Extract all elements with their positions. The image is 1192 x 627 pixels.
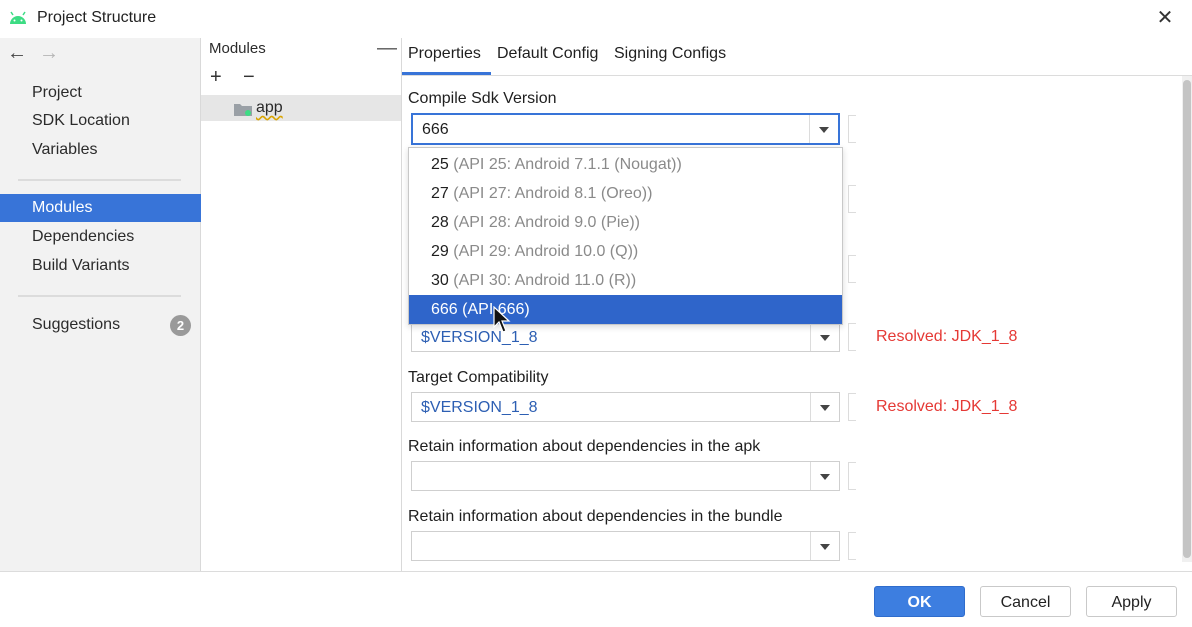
field-extra-button[interactable] (848, 255, 856, 283)
field-extra-button[interactable] (848, 393, 856, 421)
dropdown-option[interactable]: 28 (API 28: Android 9.0 (Pie)) (409, 208, 842, 237)
sidebar-item-sdk-location[interactable]: SDK Location (0, 107, 201, 135)
sidebar-item-build-variants[interactable]: Build Variants (0, 252, 201, 280)
target-compat-resolved: Resolved: JDK_1_8 (876, 398, 1018, 415)
source-compat-resolved: Resolved: JDK_1_8 (876, 328, 1018, 345)
sidebar-divider (18, 179, 181, 181)
compile-sdk-combobox[interactable]: 666 (411, 113, 840, 145)
option-number: 27 (431, 185, 454, 202)
dropdown-option[interactable]: 27 (API 27: Android 8.1 (Oreo)) (409, 179, 842, 208)
window-title: Project Structure (37, 9, 157, 26)
collapse-icon[interactable]: — (377, 37, 397, 60)
option-description: (API 30: Android 11.0 (R)) (453, 272, 637, 289)
source-compat-value[interactable]: $VERSION_1_8 (421, 329, 538, 347)
option-number: 28 (431, 214, 454, 231)
sidebar-divider (18, 295, 181, 297)
dropdown-option[interactable]: 25 (API 25: Android 7.1.1 (Nougat)) (409, 150, 842, 179)
module-list-item[interactable] (201, 95, 401, 121)
sidebar-item-project[interactable]: Project (0, 79, 201, 107)
tab-divider (402, 75, 1192, 76)
chevron-down-icon[interactable] (810, 393, 839, 421)
field-extra-button[interactable] (848, 115, 856, 143)
ok-button[interactable]: OK (874, 586, 965, 617)
chevron-down-icon[interactable] (810, 462, 839, 490)
scrollbar-thumb[interactable] (1183, 80, 1191, 558)
remove-module-icon[interactable]: − (243, 66, 255, 89)
deps-apk-label: Retain information about dependencies in… (408, 438, 761, 455)
forward-arrow-icon[interactable]: → (39, 42, 59, 64)
compile-sdk-label: Compile Sdk Version (408, 90, 557, 107)
option-number: 29 (431, 243, 454, 260)
mouse-pointer-icon (493, 306, 511, 333)
dropdown-option-selected[interactable]: 666 (API 666) (409, 295, 842, 324)
sdk-version-dropdown: 25 (API 25: Android 7.1.1 (Nougat)) 27 (… (408, 147, 843, 325)
android-logo-icon (10, 11, 26, 24)
field-extra-button[interactable] (848, 462, 856, 490)
source-compat-combobox[interactable]: $VERSION_1_8 (411, 322, 840, 352)
field-extra-button[interactable] (848, 323, 856, 351)
chevron-down-icon[interactable] (809, 115, 838, 143)
deps-bundle-label: Retain information about dependencies in… (408, 508, 783, 525)
back-arrow-icon[interactable]: ← (7, 42, 27, 64)
option-description: (API 29: Android 10.0 (Q)) (453, 243, 639, 260)
tab-default-config[interactable]: Default Config (497, 45, 598, 63)
module-name-label: app (256, 99, 283, 116)
sidebar-item-dependencies[interactable]: Dependencies (0, 223, 201, 251)
tab-signing-configs[interactable]: Signing Configs (614, 45, 726, 63)
modules-title: Modules (209, 40, 266, 57)
field-extra-button[interactable] (848, 532, 856, 560)
suggestions-count-badge: 2 (170, 315, 191, 336)
target-compat-combobox[interactable]: $VERSION_1_8 (411, 392, 840, 422)
option-number: 30 (431, 272, 454, 289)
field-extra-button[interactable] (848, 185, 856, 213)
target-compat-value[interactable]: $VERSION_1_8 (421, 399, 538, 417)
close-icon[interactable]: ✕ (1153, 6, 1177, 30)
option-description: (API 27: Android 8.1 (Oreo)) (453, 185, 653, 202)
compile-sdk-value[interactable]: 666 (422, 121, 449, 139)
dropdown-option[interactable]: 29 (API 29: Android 10.0 (Q)) (409, 237, 842, 266)
cancel-button[interactable]: Cancel (980, 586, 1071, 617)
tab-properties[interactable]: Properties (408, 45, 481, 63)
sidebar-item-variables[interactable]: Variables (0, 136, 201, 164)
deps-apk-combobox[interactable] (411, 461, 840, 491)
sidebar-item-modules[interactable]: Modules (0, 194, 201, 222)
chevron-down-icon[interactable] (810, 323, 839, 351)
target-compat-label: Target Compatibility (408, 369, 549, 386)
add-module-icon[interactable]: + (210, 66, 222, 89)
option-description: (API 25: Android 7.1.1 (Nougat)) (453, 156, 682, 173)
apply-button[interactable]: Apply (1086, 586, 1177, 617)
dropdown-option[interactable]: 30 (API 30: Android 11.0 (R)) (409, 266, 842, 295)
chevron-down-icon[interactable] (810, 532, 839, 560)
module-folder-icon (234, 104, 252, 116)
option-description: (API 28: Android 9.0 (Pie)) (453, 214, 641, 231)
option-number: 666 (431, 301, 463, 318)
deps-bundle-combobox[interactable] (411, 531, 840, 561)
option-number: 25 (431, 156, 454, 173)
title-bar (0, 0, 1192, 38)
